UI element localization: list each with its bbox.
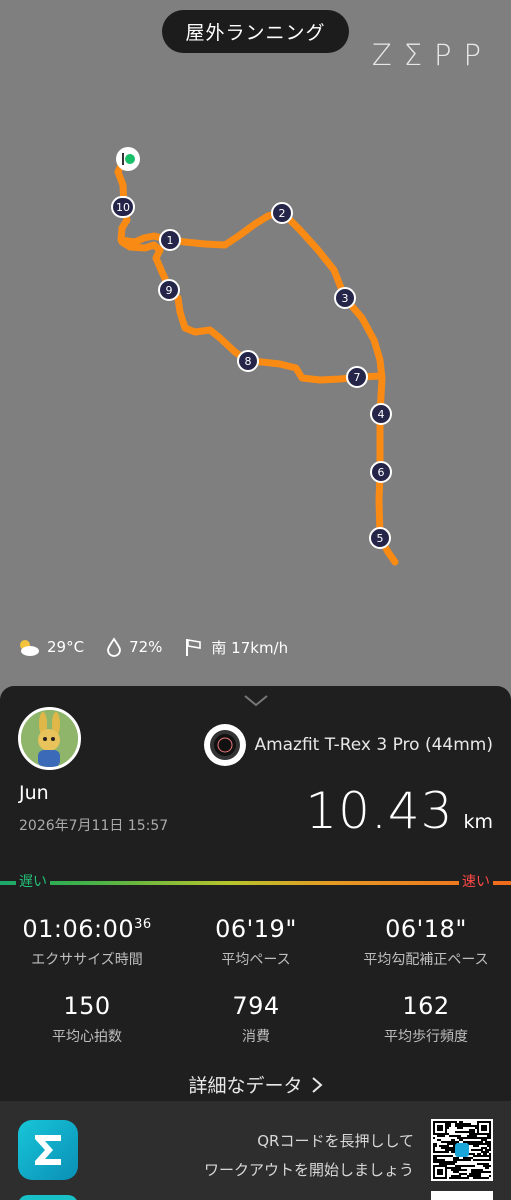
chevron-down-icon[interactable] — [243, 693, 269, 707]
stat-value: 01:06:00 — [22, 915, 135, 943]
stat-label: 消費 — [242, 1029, 270, 1045]
stat-label: 平均心拍数 — [52, 1029, 122, 1045]
stat-duration: 01:06:0036 エクササイズ時間 — [2, 915, 172, 969]
partly-cloudy-icon — [20, 640, 39, 656]
stat-grade-adjusted-pace: 06'18" 平均勾配補正ペース — [341, 915, 511, 969]
stat-avg-pace: 06'19" 平均ペース — [171, 915, 341, 969]
qr-line-1: QRコードを長押しして — [257, 1132, 414, 1150]
km-marker[interactable]: 3 — [334, 287, 356, 309]
workout-date: 2026年7月11日 15:57 — [19, 818, 169, 834]
device-name: Amazfit T-Rex 3 Pro (44mm) — [254, 735, 493, 755]
km-marker[interactable]: 7 — [346, 366, 368, 388]
start-flag-icon — [116, 147, 140, 171]
qr-code[interactable] — [431, 1119, 493, 1181]
wind: 南 17km/h — [184, 637, 288, 658]
user-name: Jun — [19, 782, 49, 804]
avatar[interactable] — [18, 707, 81, 770]
km-marker[interactable]: 9 — [158, 279, 180, 301]
distance-value: 10.43 — [305, 782, 454, 840]
stat-value: 06'18" — [385, 915, 467, 943]
stat-value: 150 — [63, 992, 111, 1020]
weather-row: 29°C 72% 南 17km/h — [16, 634, 310, 660]
watch-icon — [204, 724, 247, 766]
stat-calories: 794 消費 — [171, 992, 341, 1046]
stat-value-sup: 36 — [134, 917, 152, 932]
wind-flag-icon — [186, 639, 202, 656]
pace-gradient-bar — [0, 881, 511, 885]
details-link[interactable]: 詳細なデータ — [0, 1071, 511, 1098]
km-marker[interactable]: 2 — [271, 202, 293, 224]
workout-summary-sheet: Amazfit T-Rex 3 Pro (44mm) Jun 2026年7月11… — [0, 686, 511, 1116]
chevron-right-icon — [311, 1076, 323, 1093]
distance: 10.43 km — [305, 782, 493, 840]
stat-label: 平均ペース — [221, 952, 291, 968]
route-map[interactable]: 屋外ランニング ZΣPP 1 2 3 4 5 6 7 8 9 10 29°C 7… — [0, 0, 511, 690]
stat-heart-rate: 150 平均心拍数 — [2, 992, 172, 1046]
device-info[interactable]: Amazfit T-Rex 3 Pro (44mm) — [204, 724, 493, 766]
share-footer: QRコードを長押しして ワークアウトを開始しましょう — [0, 1101, 511, 1200]
km-marker[interactable]: 10 — [111, 196, 135, 218]
km-marker[interactable]: 5 — [369, 527, 391, 549]
activity-title: 屋外ランニング — [162, 10, 349, 53]
humidity-drop-icon — [107, 637, 121, 657]
qr-line-2: ワークアウトを開始しましょう — [203, 1161, 414, 1179]
km-marker[interactable]: 6 — [370, 461, 392, 483]
distance-unit: km — [463, 811, 493, 833]
humidity-value: 72% — [129, 638, 163, 656]
qr-instructions: QRコードを長押しして ワークアウトを開始しましょう — [204, 1127, 414, 1185]
zepp-app-icon[interactable] — [18, 1120, 78, 1180]
stat-value: 162 — [402, 992, 450, 1020]
km-marker[interactable]: 1 — [159, 229, 181, 251]
stat-value: 06'19" — [215, 915, 297, 943]
fast-label: 速い — [459, 871, 493, 891]
details-link-label: 詳細なデータ — [188, 1075, 303, 1097]
stat-label: 平均勾配補正ペース — [363, 952, 489, 968]
temperature-value: 29°C — [47, 638, 85, 656]
temperature: 29°C — [16, 637, 84, 657]
zepp-logo: ZΣPP — [371, 38, 493, 72]
secondary-app-icon[interactable] — [18, 1195, 78, 1200]
km-marker[interactable]: 8 — [237, 350, 259, 372]
wind-value: 南 17km/h — [211, 638, 289, 657]
stat-label: 平均歩行頻度 — [384, 1029, 468, 1045]
qr-code-secondary[interactable] — [431, 1191, 493, 1200]
stat-cadence: 162 平均歩行頻度 — [341, 992, 511, 1046]
stat-value: 794 — [232, 992, 280, 1020]
slow-label: 遅い — [16, 871, 50, 891]
km-marker[interactable]: 4 — [370, 403, 392, 425]
route-path — [114, 154, 399, 566]
stat-label: エクササイズ時間 — [31, 952, 143, 968]
rabbit-avatar-icon — [21, 710, 78, 767]
humidity: 72% — [106, 637, 162, 657]
